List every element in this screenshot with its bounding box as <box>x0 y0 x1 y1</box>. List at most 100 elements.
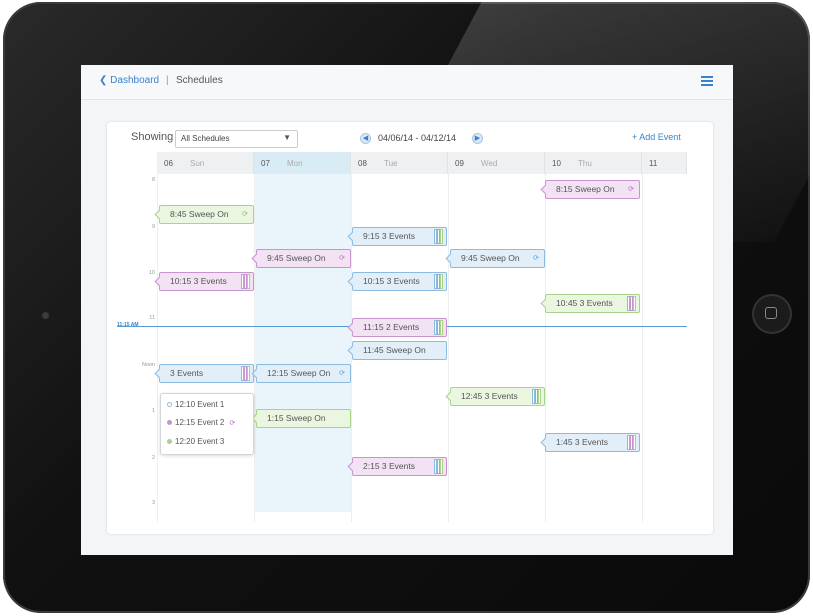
stacked-events-icon <box>241 366 251 381</box>
sync-icon: ⟳ <box>339 255 345 262</box>
event-chip[interactable]: 9:45 Sweep On ⟳ <box>445 249 545 268</box>
event-chip[interactable]: 12:45 3 Events <box>445 387 545 406</box>
back-to-dashboard-link[interactable]: ❮ Dashboard <box>99 75 159 86</box>
hour-label: 11 <box>149 315 155 321</box>
schedule-select[interactable]: All Schedules ▼ <box>175 130 298 148</box>
stacked-events-icon <box>627 296 637 311</box>
pink-dot-icon <box>167 420 172 426</box>
day-number: 06 <box>164 159 173 168</box>
day-name: Wed <box>481 159 498 168</box>
event-chip[interactable]: 10:15 3 Events <box>347 272 447 291</box>
day-name: Thu <box>578 159 592 168</box>
selected-day-column <box>254 174 351 512</box>
current-time-label: 11:15 AM <box>117 322 139 328</box>
sync-icon: ⟳ <box>339 370 345 377</box>
day-number: 07 <box>261 159 270 168</box>
event-chip[interactable]: 9:15 3 Events <box>347 227 447 246</box>
event-chip[interactable]: 8:45 Sweep On ⟳ <box>154 205 254 224</box>
column-divider <box>448 174 449 522</box>
event-chip[interactable]: 8:15 Sweep On ⟳ <box>540 180 640 199</box>
top-bar: ❮ Dashboard | Schedules <box>81 65 733 100</box>
day-name: Sun <box>190 159 205 168</box>
event-label: 10:15 3 Events <box>170 276 227 286</box>
stacked-events-icon <box>434 320 444 335</box>
event-label: 10:15 3 Events <box>363 276 420 286</box>
day-name: Tue <box>384 159 398 168</box>
event-chip[interactable]: 12:15 Sweep On ⟳ <box>251 364 351 383</box>
event-chip[interactable]: 1:45 3 Events <box>540 433 640 452</box>
day-header[interactable]: 08 Tue <box>351 152 448 174</box>
sync-icon: ⟳ <box>242 211 248 218</box>
hour-label: 8 <box>151 177 155 183</box>
home-square-icon <box>765 307 777 319</box>
event-chip[interactable]: 1:15 Sweep On <box>251 409 351 428</box>
event-label: 10:45 3 Events <box>556 298 613 308</box>
event-label: 11:45 Sweep On <box>363 345 426 355</box>
event-label: 11:15 2 Events <box>363 322 420 332</box>
day-header[interactable]: 07 Mon <box>254 152 351 174</box>
chevron-left-icon: ❮ <box>99 75 108 86</box>
event-label: 12:45 3 Events <box>461 391 518 401</box>
day-number: 08 <box>358 159 367 168</box>
add-event-button[interactable]: + Add Event <box>632 132 681 142</box>
day-number: 10 <box>552 159 561 168</box>
event-label: 1:15 Sweep On <box>267 413 326 423</box>
event-chip[interactable]: 11:15 2 Events <box>347 318 447 337</box>
event-chip[interactable]: 10:15 3 Events <box>154 272 254 291</box>
event-chip[interactable]: 9:45 Sweep On ⟳ <box>251 249 351 268</box>
camera <box>42 312 49 319</box>
stacked-events-icon <box>532 389 542 404</box>
week-grid: 06 Sun 07 Mon 08 Tue 09 Wed 10 Thu 11 8 9 10 11 Noon 1 2 3… <box>117 152 687 522</box>
sync-icon: ⟳ <box>229 420 236 427</box>
day-number: 09 <box>455 159 464 168</box>
day-header[interactable]: 06 Sun <box>157 152 254 174</box>
event-label: 9:45 Sweep On <box>461 253 520 263</box>
column-divider <box>642 174 643 522</box>
event-pointer <box>540 184 551 195</box>
event-pointer <box>540 437 551 448</box>
hamburger-menu-icon[interactable] <box>701 76 713 86</box>
sync-icon: ⟳ <box>533 255 539 262</box>
day-name: Mon <box>287 159 303 168</box>
sync-icon: ⟳ <box>628 186 634 193</box>
event-chip[interactable]: 10:45 3 Events <box>540 294 640 313</box>
events-popover: 12:10 Event 1 12:15 Event 2 ⟳ 12:20 Event… <box>160 393 254 455</box>
event-label: 9:15 3 Events <box>363 231 415 241</box>
green-dot-icon <box>167 439 172 445</box>
column-divider <box>545 174 546 522</box>
event-chip[interactable]: 3 Events <box>154 364 254 383</box>
stacked-events-icon <box>627 435 637 450</box>
event-label: 8:15 Sweep On <box>556 184 615 194</box>
event-chip[interactable]: 11:45 Sweep On <box>347 341 447 360</box>
day-number: 11 <box>649 159 658 168</box>
popover-item[interactable]: 12:15 Event 2 ⟳ <box>167 418 235 427</box>
next-week-button[interactable]: ▶ <box>472 133 483 144</box>
column-divider <box>157 174 158 522</box>
event-label: 9:45 Sweep On <box>267 253 326 263</box>
day-header[interactable]: 09 Wed <box>448 152 545 174</box>
stacked-events-icon <box>434 274 444 289</box>
popover-item[interactable]: 12:10 Event 1 <box>167 400 224 409</box>
day-header[interactable]: 10 Thu <box>545 152 642 174</box>
day-header[interactable]: 11 <box>642 152 687 174</box>
hour-label: Noon <box>141 362 155 368</box>
previous-week-button[interactable]: ◀ <box>360 133 371 144</box>
hour-label: 3 <box>151 500 155 506</box>
hour-label: 10 <box>148 270 155 276</box>
showing-label: Showing <box>131 131 174 143</box>
event-chip[interactable]: 2:15 3 Events <box>347 457 447 476</box>
back-label: Dashboard <box>110 75 160 86</box>
stacked-events-icon <box>434 229 444 244</box>
home-button[interactable] <box>752 294 792 334</box>
schedule-select-value: All Schedules <box>181 134 230 143</box>
hour-label: 1 <box>151 408 155 414</box>
event-label: 2:15 3 Events <box>363 461 415 471</box>
blue-dot-icon <box>167 402 172 408</box>
breadcrumb-separator: | <box>166 75 169 86</box>
event-label: 1:45 3 Events <box>556 437 608 447</box>
stacked-events-icon <box>241 274 251 289</box>
hour-label: 9 <box>151 224 155 230</box>
chevron-down-icon: ▼ <box>283 133 291 142</box>
popover-item[interactable]: 12:20 Event 3 <box>167 437 224 446</box>
event-pointer <box>540 298 551 309</box>
